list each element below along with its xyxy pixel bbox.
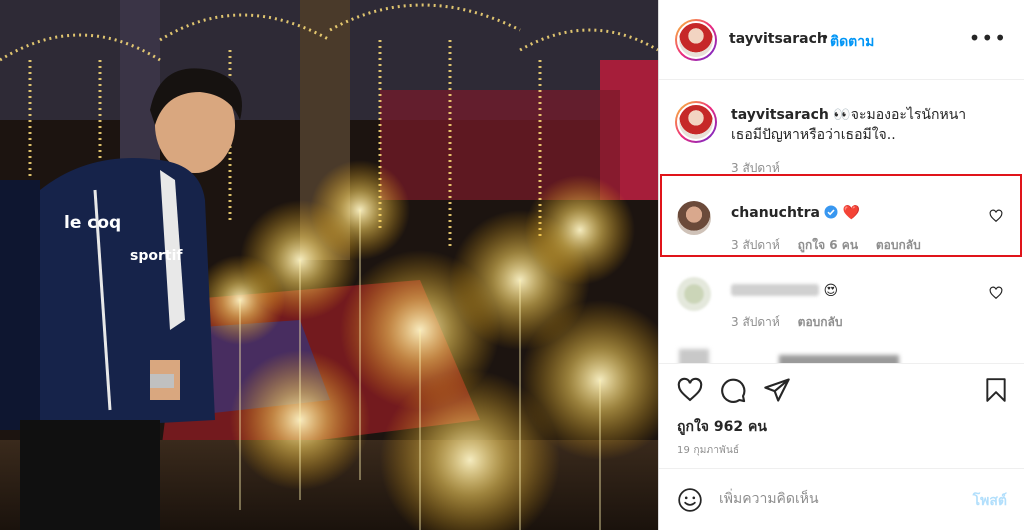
photo-scene: le coq sportif <box>0 0 658 530</box>
smiley-icon[interactable] <box>677 487 703 513</box>
caption-time[interactable]: 3 สัปดาห์ <box>731 161 780 175</box>
svg-text:sportif: sportif <box>130 248 183 264</box>
caption-avatar[interactable] <box>675 101 717 143</box>
more-dots-icon[interactable]: ••• <box>969 26 1007 50</box>
comment-meta: 3 สัปดาห์ ตอบกลับ <box>731 313 857 332</box>
blurred-comment-text <box>779 355 899 363</box>
post-side-panel: tayvitsarach • ติดตาม ••• tayvitsarach 👀… <box>658 0 1024 530</box>
comment-emoji: 😍 <box>823 283 839 299</box>
author-avatar[interactable] <box>675 19 717 61</box>
comment-like-heart-icon[interactable] <box>989 286 1003 300</box>
author-username[interactable]: tayvitsarach <box>729 31 827 47</box>
comment-reply-button[interactable]: ตอบกลับ <box>798 315 843 329</box>
post-photo[interactable]: le coq sportif <box>0 0 658 530</box>
caption-line1: 👀จะมองอะไรนักหนา <box>833 107 967 123</box>
likes-count[interactable]: ถูกใจ 962 คน <box>677 416 767 438</box>
comment-time[interactable]: 3 สัปดาห์ <box>731 315 780 329</box>
comment-text: 😍 <box>731 281 838 301</box>
follow-button[interactable]: ติดตาม <box>830 31 874 53</box>
post-comment-button[interactable]: โพสต์ <box>973 490 1007 512</box>
action-bar: ถูกใจ 962 คน 19 กุมภาพันธ์ <box>659 363 1024 463</box>
post-date[interactable]: 19 กุมภาพันธ์ <box>677 443 739 458</box>
share-icon[interactable] <box>763 376 791 404</box>
comment-composer: โพสต์ <box>659 468 1024 530</box>
bookmark-icon[interactable] <box>983 376 1009 404</box>
commenter-avatar[interactable] <box>679 349 709 363</box>
caption-text: tayvitsarach 👀จะมองอะไรนักหนา เธอมีปัญหา… <box>731 105 966 145</box>
comment-icon[interactable] <box>719 376 747 404</box>
comment-input[interactable] <box>719 487 949 511</box>
comment-highlight-box <box>660 174 1022 257</box>
comments-list[interactable]: tayvitsarach 👀จะมองอะไรนักหนา เธอมีปัญหา… <box>659 81 1024 363</box>
svg-text:le coq: le coq <box>64 213 121 233</box>
heart-icon[interactable] <box>676 376 704 404</box>
caption-line2: เธอมีปัญหาหรือว่าเธอมีใจ.. <box>731 127 896 143</box>
post-header: tayvitsarach • ติดตาม ••• <box>659 0 1024 80</box>
blurred-username <box>731 284 819 296</box>
commenter-avatar[interactable] <box>677 277 711 311</box>
caption-username[interactable]: tayvitsarach <box>731 107 829 123</box>
separator-dot: • <box>821 30 830 46</box>
